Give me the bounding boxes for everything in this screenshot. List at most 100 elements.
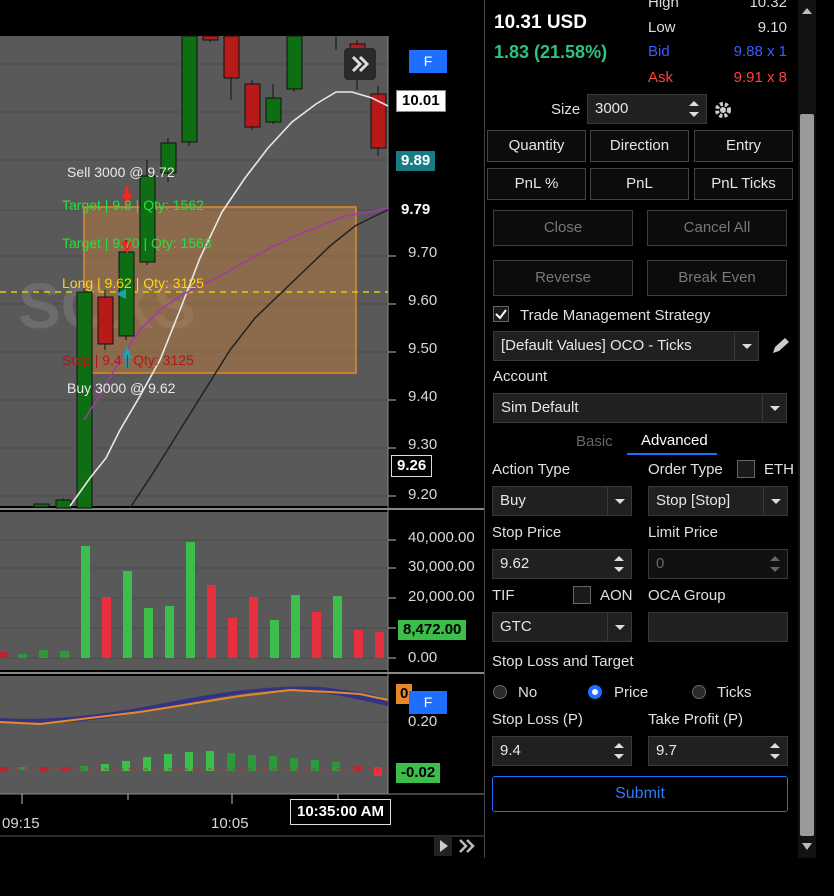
sort-pnl-button[interactable]: PnL [590,168,689,200]
indicator-tag: -0.02 [396,763,441,783]
stop-loss-input[interactable]: 9.4 [492,736,632,766]
ma-price-tag: 9.79 [396,200,436,220]
account-dropdown[interactable]: Sim Default [493,393,787,423]
checkmark-icon [495,309,507,320]
volume-axis-label: 40,000.00 [408,529,475,546]
last-price: 10.31 USD [494,12,587,33]
collapse-panel-button[interactable] [344,48,376,80]
radio-price-label: Price [614,684,649,701]
long-position-label[interactable]: Long | 9.62 | Qty: 3125 [62,275,204,291]
radio-no[interactable] [493,685,507,699]
bid-value: 9.88 x 1 [733,43,787,60]
double-chevron-icon [459,839,475,853]
radio-ticks-label: Ticks [717,684,752,701]
last-price-tag: 10.01 [396,90,446,112]
high-value: 10.32 [749,0,787,11]
sort-quantity-button[interactable]: Quantity [487,130,586,162]
price-axis-label: 9.60 [408,292,438,309]
reverse-button[interactable]: Reverse [493,260,633,296]
action-type-dropdown[interactable]: Buy [492,486,632,516]
ask-label: Ask [648,69,674,86]
volume-axis-label: 0.00 [408,649,438,666]
aon-label: AON [600,587,633,604]
close-button[interactable]: Close [493,210,633,246]
tif-dropdown[interactable]: GTC [492,612,632,642]
bid-label: Bid [648,43,670,60]
volume-axis-label: 30,000.00 [408,558,475,575]
target-order-label[interactable]: Target | 9.70 | Qty: 1563 [62,235,212,251]
size-label: Size [551,101,581,118]
sort-pnl-percent-button[interactable]: PnL % [487,168,586,200]
take-profit-input[interactable]: 9.7 [648,736,788,766]
time-cursor-tag: 10:35:00 AM [290,799,391,825]
sort-entry-button[interactable]: Entry [694,130,793,162]
size-input[interactable]: 3000 [587,94,707,124]
stop-order-label[interactable]: Stop | 9.4 | Qty: 3125 [62,352,194,368]
chevron-down-icon [763,487,787,515]
order-entry-panel: 10.31 USD 1.83 (21.58%) High 10.32 Low 9… [484,0,799,858]
size-spinner[interactable] [682,95,706,123]
radio-no-label: No [518,684,538,701]
chart-area[interactable]: SOXS [0,0,484,858]
chevron-down-icon [607,613,631,641]
indicator-axis-label: 0.20 [408,713,438,730]
limit-price-label: Limit Price [648,524,719,541]
price-axis-label: 9.20 [408,486,438,503]
price-axis-label: 9.30 [408,436,438,453]
stop-loss-target-label: Stop Loss and Target [492,653,634,670]
target-order-label[interactable]: Target | 9.8 | Qty: 1562 [62,197,204,213]
limit-price-spinner[interactable] [763,550,787,578]
double-chevron-icon [351,55,370,73]
buy-fill-label: Buy 3000 @ 9.62 [67,380,176,396]
tif-label: TIF [492,587,515,604]
submit-button[interactable]: Submit [492,776,788,812]
volume-tag: 8,472.00 [398,620,467,640]
action-type-label: Action Type [492,461,571,478]
stop-loss-spinner[interactable] [607,737,631,765]
stop-price-input[interactable]: 9.62 [492,549,632,579]
tab-basic[interactable]: Basic [576,433,613,450]
radio-price[interactable] [588,685,602,699]
edit-strategy-button[interactable] [769,336,791,356]
break-even-button[interactable]: Break Even [647,260,787,296]
tab-advanced[interactable]: Advanced [641,432,708,449]
scrollbar-thumb [800,114,814,836]
stop-price-label: Stop Price [492,524,562,541]
radio-ticks[interactable] [692,685,706,699]
price-axis-label: 9.40 [408,388,438,405]
oca-group-input[interactable] [648,612,788,642]
aon-checkbox[interactable] [573,586,591,604]
high-label: High [648,0,679,11]
tms-checkbox[interactable] [493,306,509,322]
settings-button[interactable] [713,100,733,120]
chevron-down-icon [734,332,758,360]
sell-fill-label: Sell 3000 @ 9.72 [67,164,175,180]
f-button[interactable]: F [409,50,447,73]
eth-label: ETH [764,461,794,478]
price-axis-label: 9.70 [408,244,438,261]
ask-value: 9.91 x 8 [733,69,787,86]
take-profit-label: Take Profit (P) [648,711,744,728]
price-change: 1.83 (21.58%) [494,42,608,62]
time-axis-label: 10:05 [211,815,249,832]
stop-price-spinner[interactable] [607,550,631,578]
low-label: Low [648,19,676,36]
order-type-label: Order Type [648,461,723,478]
low-value: 9.10 [757,19,787,36]
tms-dropdown[interactable]: [Default Values] OCO - Ticks [493,331,759,361]
scroll-down-icon [802,843,812,850]
tab-underline [627,453,717,455]
take-profit-spinner[interactable] [763,737,787,765]
sort-direction-button[interactable]: Direction [590,130,689,162]
panel-scrollbar[interactable] [798,0,816,858]
gear-icon [715,102,731,118]
f-button-indicator[interactable]: F [409,691,447,714]
limit-price-input[interactable]: 0 [648,549,788,579]
volume-axis-label: 20,000.00 [408,588,475,605]
order-type-dropdown[interactable]: Stop [Stop] [648,486,788,516]
sort-pnl-ticks-button[interactable]: PnL Ticks [694,168,793,200]
scroll-end-button[interactable] [454,836,482,856]
cancel-all-button[interactable]: Cancel All [647,210,787,246]
eth-checkbox[interactable] [737,460,755,478]
time-axis-label: 09:15 [2,815,40,832]
